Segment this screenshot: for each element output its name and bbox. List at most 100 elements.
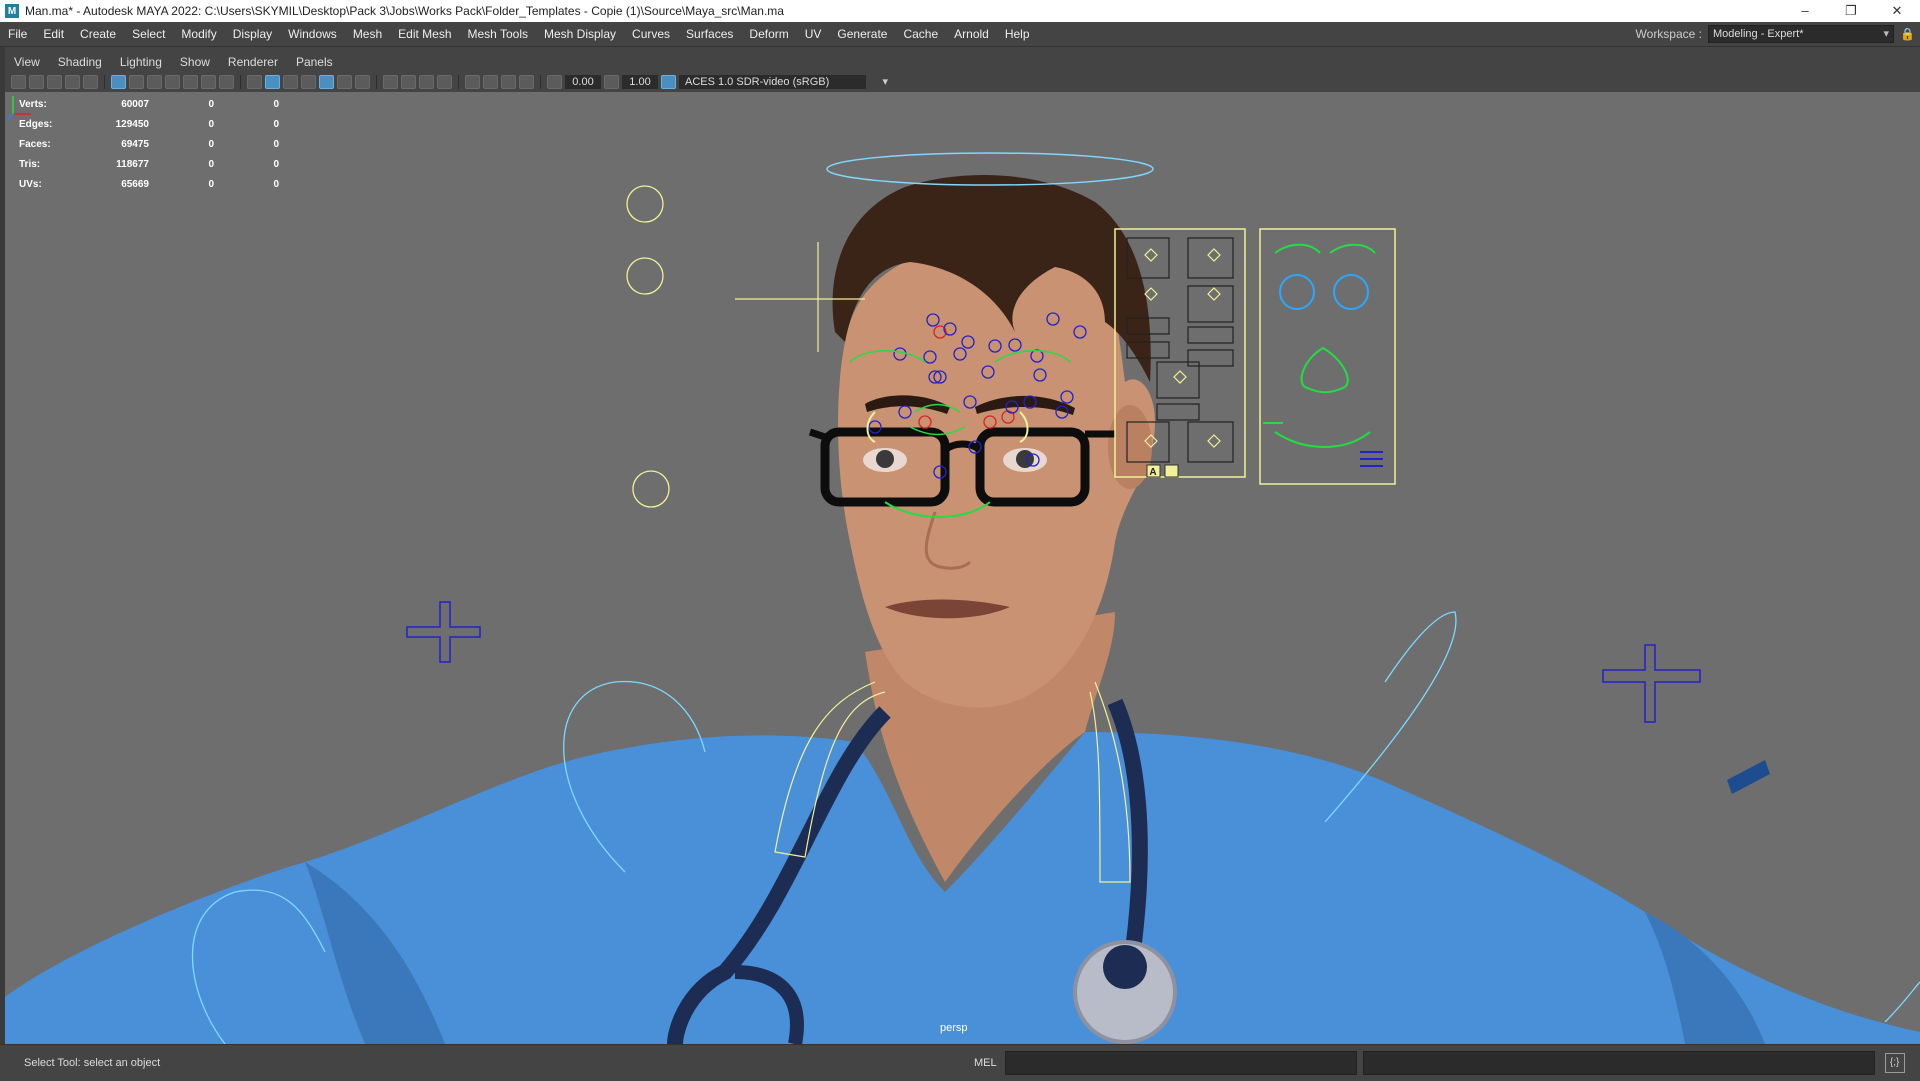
film-gate-icon[interactable]	[129, 75, 144, 89]
main-menu-bar: File Edit Create Select Modify Display W…	[0, 22, 1920, 47]
maya-app-icon: M	[5, 4, 19, 18]
view-transform-value: ACES 1.0 SDR-video (sRGB)	[685, 76, 830, 88]
xray-joints-icon[interactable]	[501, 75, 516, 89]
isolate-select-icon[interactable]	[465, 75, 480, 89]
hud-value: 0	[208, 98, 214, 110]
arm-control-right	[1884, 981, 1920, 1023]
shadows-icon[interactable]	[355, 75, 370, 89]
grid-icon[interactable]	[111, 75, 126, 89]
hud-value: 0	[273, 98, 279, 110]
poly-count-hud: Verts: 60007 0 0 Edges: 129450 0 0 Faces…	[19, 94, 279, 194]
wireframe-icon[interactable]	[247, 75, 262, 89]
panel-menu-view[interactable]: View	[5, 55, 49, 69]
textured-icon[interactable]	[319, 75, 334, 89]
close-button[interactable]: ✕	[1874, 0, 1920, 22]
workspace-dropdown[interactable]: Modeling - Expert* ▾	[1708, 25, 1894, 43]
lock-icon[interactable]: 🔒	[1900, 27, 1915, 41]
glasses-temple-left	[808, 428, 827, 441]
menu-edit-mesh[interactable]: Edit Mesh	[390, 27, 459, 41]
motion-blur-icon[interactable]	[401, 75, 416, 89]
mel-toggle-button[interactable]: MEL	[974, 1057, 997, 1069]
window-title: Man.ma* - Autodesk MAYA 2022: C:\Users\S…	[25, 4, 784, 18]
minimize-button[interactable]: –	[1782, 0, 1828, 22]
panel-menu-shading[interactable]: Shading	[49, 55, 111, 69]
sleeve-patch	[1727, 760, 1770, 794]
menu-mesh-tools[interactable]: Mesh Tools	[460, 27, 536, 41]
menu-windows[interactable]: Windows	[280, 27, 345, 41]
panel-menu-lighting[interactable]: Lighting	[111, 55, 171, 69]
menu-file[interactable]: File	[0, 27, 35, 41]
exposure-field[interactable]: 0.00	[565, 75, 601, 89]
hud-value: 0	[273, 118, 279, 130]
lights-icon[interactable]	[337, 75, 352, 89]
xray-icon[interactable]	[483, 75, 498, 89]
safe-title-icon[interactable]	[219, 75, 234, 89]
bookmark-icon[interactable]	[47, 75, 62, 89]
gamma-field[interactable]: 1.00	[622, 75, 658, 89]
toolbar-separator	[240, 75, 241, 89]
menu-uv[interactable]: UV	[797, 27, 830, 41]
panel-menu-show[interactable]: Show	[171, 55, 219, 69]
toolbar-separator	[104, 75, 105, 89]
image-plane-icon[interactable]	[65, 75, 80, 89]
hud-value: 0	[273, 178, 279, 190]
menu-surfaces[interactable]: Surfaces	[678, 27, 741, 41]
depth-of-field-icon[interactable]	[437, 75, 452, 89]
xray-components-icon[interactable]	[519, 75, 534, 89]
picker-diamond	[1207, 248, 1221, 262]
hud-label: UVs:	[19, 178, 42, 190]
hud-value: 0	[273, 158, 279, 170]
grease-pencil-icon[interactable]	[83, 75, 98, 89]
picker-brow-right	[1329, 243, 1376, 254]
eye-target-control	[626, 185, 664, 223]
gamma-icon[interactable]	[604, 75, 619, 89]
mel-result-field	[1362, 1051, 1875, 1075]
default-material-icon[interactable]	[283, 75, 298, 89]
camera-attributes-icon[interactable]	[29, 75, 44, 89]
menu-mesh[interactable]: Mesh	[345, 27, 390, 41]
menu-help[interactable]: Help	[997, 27, 1038, 41]
color-management-icon[interactable]	[661, 75, 676, 89]
safe-action-icon[interactable]	[201, 75, 216, 89]
panel-menu-panels[interactable]: Panels	[287, 55, 342, 69]
menu-deform[interactable]: Deform	[741, 27, 796, 41]
chevron-down-icon: ▾	[1883, 28, 1889, 40]
picker-slot	[1187, 326, 1234, 344]
toolbar-separator	[376, 75, 377, 89]
exposure-icon[interactable]	[547, 75, 562, 89]
menu-generate[interactable]: Generate	[829, 27, 895, 41]
picker-brow-left	[1274, 243, 1321, 254]
menu-create[interactable]: Create	[72, 27, 124, 41]
3d-viewport[interactable]: A Verts: 60007 0 0 Edges: 129450 0 0 Fac…	[5, 92, 1920, 1044]
wireframe-on-shaded-icon[interactable]	[301, 75, 316, 89]
camera-icon[interactable]	[11, 75, 26, 89]
gate-mask-icon[interactable]	[165, 75, 180, 89]
hud-row-edges: Edges: 129450 0 0	[19, 114, 279, 134]
picker-eye-right	[1333, 274, 1369, 310]
picker-diamond	[1144, 248, 1158, 262]
script-editor-icon[interactable]: {;}	[1884, 1053, 1905, 1073]
panel-menu-renderer[interactable]: Renderer	[219, 55, 287, 69]
menu-cache[interactable]: Cache	[895, 27, 946, 41]
view-transform-dropdown[interactable]: ACES 1.0 SDR-video (sRGB) ▾	[679, 75, 888, 89]
menu-select[interactable]: Select	[124, 27, 173, 41]
hud-label: Tris:	[19, 158, 41, 170]
panel-menu-bar: View Shading Lighting Show Renderer Pane…	[5, 52, 1920, 72]
menu-curves[interactable]: Curves	[624, 27, 678, 41]
field-chart-icon[interactable]	[183, 75, 198, 89]
workspace-value: Modeling - Expert*	[1713, 28, 1804, 40]
picker-diamond	[1207, 434, 1221, 448]
menu-display[interactable]: Display	[225, 27, 280, 41]
picker-mouth	[1274, 431, 1371, 448]
menu-arnold[interactable]: Arnold	[946, 27, 997, 41]
anti-aliasing-icon[interactable]	[419, 75, 434, 89]
ambient-occlusion-icon[interactable]	[383, 75, 398, 89]
resolution-gate-icon[interactable]	[147, 75, 162, 89]
mel-command-input[interactable]	[1004, 1051, 1357, 1075]
restore-button[interactable]: ❐	[1828, 0, 1874, 22]
smooth-shade-icon[interactable]	[265, 75, 280, 89]
menu-edit[interactable]: Edit	[35, 27, 72, 41]
menu-mesh-display[interactable]: Mesh Display	[536, 27, 624, 41]
picker-diamond	[1144, 287, 1158, 301]
menu-modify[interactable]: Modify	[173, 27, 224, 41]
